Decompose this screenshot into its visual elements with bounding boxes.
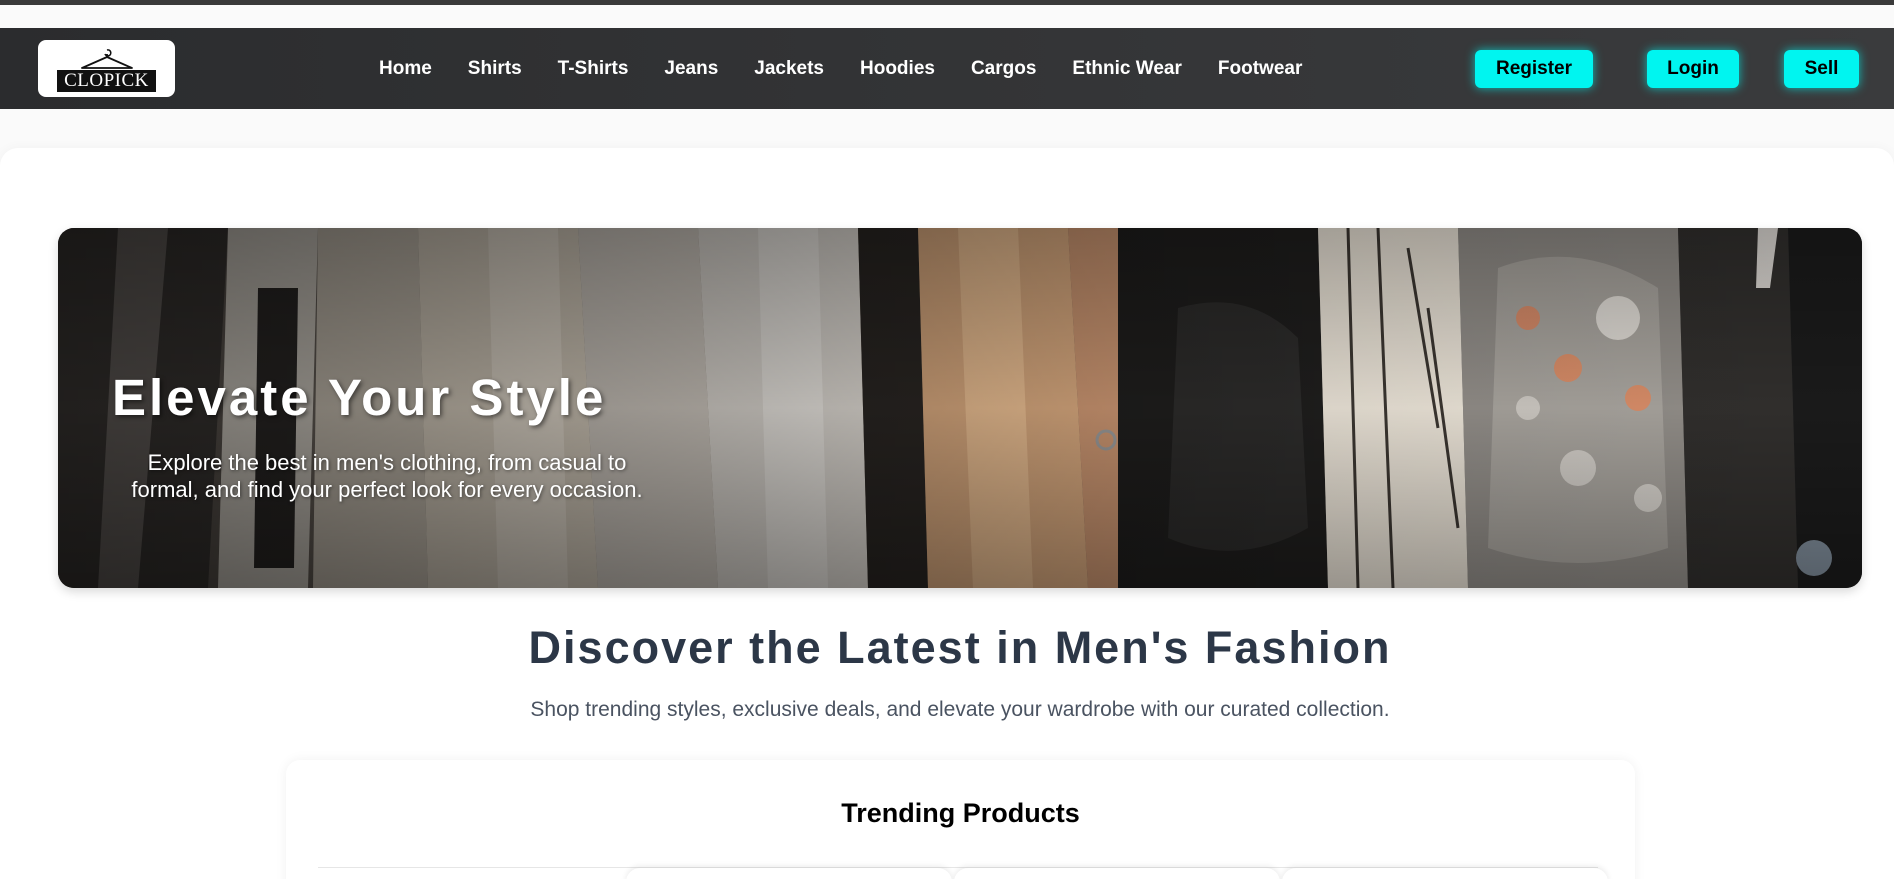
hanger-icon — [80, 48, 133, 69]
product-card[interactable] — [626, 868, 952, 879]
nav-tshirts[interactable]: T-Shirts — [558, 58, 629, 80]
navbar: CLOPICK Home Shirts T-Shirts Jeans Jacke… — [0, 28, 1894, 109]
login-button[interactable]: Login — [1647, 50, 1739, 88]
nav-hoodies[interactable]: Hoodies — [860, 58, 935, 80]
trending-title: Trending Products — [841, 798, 1080, 828]
discover-title: Discover the Latest in Men's Fashion — [528, 622, 1392, 673]
hero-title: Elevate Your Style — [112, 369, 607, 426]
product-card[interactable] — [954, 868, 1280, 879]
top-border — [0, 0, 1894, 5]
nav-home[interactable]: Home — [379, 58, 432, 80]
nav-jackets[interactable]: Jackets — [754, 58, 824, 80]
hero-subtitle: Explore the best in men's clothing, from… — [131, 450, 643, 502]
sell-button[interactable]: Sell — [1784, 50, 1859, 88]
register-button[interactable]: Register — [1475, 50, 1593, 88]
nav-footwear[interactable]: Footwear — [1218, 58, 1302, 80]
discover-subtitle: Shop trending styles, exclusive deals, a… — [530, 698, 1390, 721]
trending-products-section: Trending Products — [286, 760, 1635, 879]
brand-logo-text: CLOPICK — [57, 69, 156, 92]
nav-jeans[interactable]: Jeans — [664, 58, 718, 80]
nav-shirts[interactable]: Shirts — [468, 58, 522, 80]
nav-ethnic-wear[interactable]: Ethnic Wear — [1072, 58, 1181, 80]
main-nav: Home Shirts T-Shirts Jeans Jackets Hoodi… — [379, 28, 1338, 109]
brand-logo[interactable]: CLOPICK — [38, 40, 175, 97]
nav-cargos[interactable]: Cargos — [971, 58, 1036, 80]
hero-banner: Elevate Your Style Explore the best in m… — [58, 228, 1862, 588]
product-card[interactable] — [1282, 868, 1608, 879]
